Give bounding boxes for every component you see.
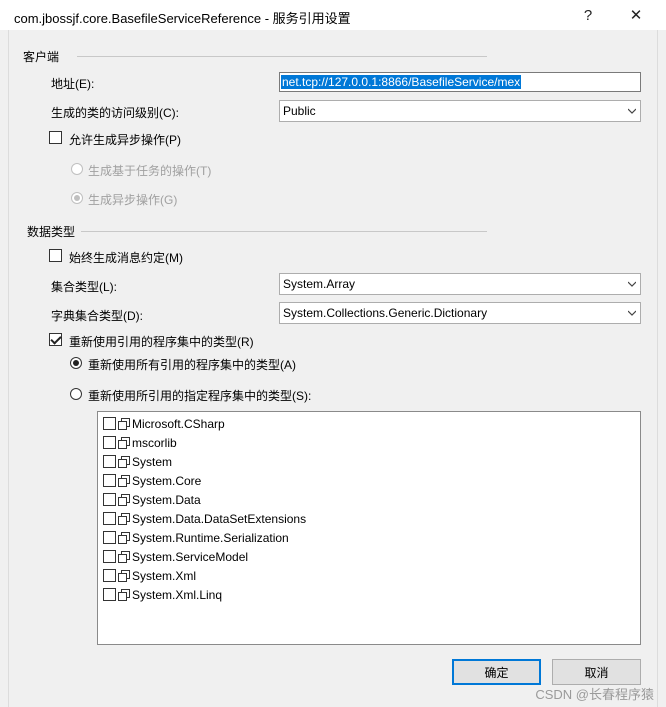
- assembly-reference-icon: [118, 417, 130, 430]
- assembly-list-item[interactable]: System.Data: [103, 490, 201, 509]
- address-selected-text: net.tcp://127.0.0.1:8866/BasefileService…: [281, 75, 522, 89]
- assembly-checkbox[interactable]: [103, 569, 116, 582]
- assembly-checkbox[interactable]: [103, 474, 116, 487]
- csdn-watermark: CSDN @长春程序猿: [535, 687, 654, 702]
- assembly-list-item[interactable]: System.Xml: [103, 566, 196, 585]
- assembly-checkbox[interactable]: [103, 531, 116, 544]
- assembly-checkbox[interactable]: [103, 550, 116, 563]
- allow-async-checkbox[interactable]: [49, 131, 62, 144]
- reuse-specified-label: 重新使用所引用的指定程序集中的类型(S):: [88, 389, 312, 403]
- chevron-down-icon: [628, 108, 636, 114]
- assembly-checkbox[interactable]: [103, 455, 116, 468]
- assembly-list-item[interactable]: System.ServiceModel: [103, 547, 248, 566]
- async-ops-label: 生成异步操作(G): [88, 193, 178, 207]
- assembly-checkbox[interactable]: [103, 588, 116, 601]
- assembly-list-item[interactable]: System: [103, 452, 172, 471]
- assembly-name: mscorlib: [132, 435, 177, 450]
- assembly-reference-icon: [118, 436, 130, 449]
- dictionary-type-value: System.Collections.Generic.Dictionary: [283, 306, 488, 320]
- reuse-all-radio[interactable]: [70, 357, 82, 369]
- assembly-list-item[interactable]: System.Data.DataSetExtensions: [103, 509, 306, 528]
- assembly-list[interactable]: Microsoft.CSharp mscorlib System System.Cor…: [97, 411, 641, 645]
- access-level-value: Public: [283, 104, 316, 118]
- assembly-name: System.Data.DataSetExtensions: [132, 511, 307, 526]
- reuse-types-checkbox[interactable]: [49, 333, 62, 346]
- address-input[interactable]: net.tcp://127.0.0.1:8866/BasefileService…: [279, 72, 641, 92]
- assembly-name: System.Data: [132, 492, 201, 507]
- assembly-list-item[interactable]: System.Xml.Linq: [103, 585, 222, 604]
- background-window-left: [0, 30, 9, 707]
- access-level-label: 生成的类的访问级别(C):: [51, 106, 179, 120]
- assembly-checkbox[interactable]: [103, 417, 116, 430]
- assembly-reference-icon: [118, 512, 130, 525]
- assembly-name: System.Xml.Linq: [132, 587, 223, 602]
- assembly-reference-icon: [118, 531, 130, 544]
- assembly-list-item[interactable]: System.Runtime.Serialization: [103, 528, 289, 547]
- assembly-reference-icon: [118, 569, 130, 582]
- assembly-name: System.Xml: [132, 568, 197, 583]
- async-ops-radio[interactable]: [71, 192, 83, 204]
- chevron-down-icon: [628, 281, 636, 287]
- assembly-list-item[interactable]: Microsoft.CSharp: [103, 414, 225, 433]
- assembly-name: System: [132, 454, 173, 469]
- cancel-button[interactable]: 取消: [552, 659, 641, 685]
- reuse-all-label: 重新使用所有引用的程序集中的类型(A): [88, 358, 296, 372]
- client-group-title: 客户端: [23, 50, 60, 64]
- assembly-reference-icon: [118, 550, 130, 563]
- datatype-group-title: 数据类型: [27, 225, 76, 239]
- assembly-reference-icon: [118, 588, 130, 601]
- assembly-checkbox[interactable]: [103, 512, 116, 525]
- assembly-checkbox[interactable]: [103, 493, 116, 506]
- task-based-radio[interactable]: [71, 163, 83, 175]
- assembly-reference-icon: [118, 455, 130, 468]
- assembly-name: System.ServiceModel: [132, 549, 249, 564]
- assembly-name: Microsoft.CSharp: [132, 416, 225, 431]
- always-generate-contract-label: 始终生成消息约定(M): [69, 251, 183, 265]
- task-based-label: 生成基于任务的操作(T): [88, 164, 212, 178]
- assembly-name: System.Core: [132, 473, 202, 488]
- dictionary-type-select[interactable]: System.Collections.Generic.Dictionary: [279, 302, 641, 324]
- allow-async-label: 允许生成异步操作(P): [69, 133, 181, 147]
- window-title: com.jbossjf.core.BasefileServiceReferenc…: [14, 11, 351, 26]
- assembly-name: System.Runtime.Serialization: [132, 530, 289, 545]
- chevron-down-icon: [628, 310, 636, 316]
- collection-type-select[interactable]: System.Array: [279, 273, 641, 295]
- help-button[interactable]: ?: [566, 0, 610, 30]
- collection-type-label: 集合类型(L):: [51, 280, 118, 294]
- address-label: 地址(E):: [51, 77, 95, 91]
- collection-type-value: System.Array: [283, 277, 356, 291]
- client-group-divider: [77, 56, 487, 57]
- reuse-types-label: 重新使用引用的程序集中的类型(R): [69, 335, 254, 349]
- ok-button[interactable]: 确定: [452, 659, 541, 685]
- dictionary-type-label: 字典集合类型(D):: [51, 309, 143, 323]
- assembly-reference-icon: [118, 474, 130, 487]
- title-bar: com.jbossjf.core.BasefileServiceReferenc…: [0, 0, 666, 30]
- access-level-select[interactable]: Public: [279, 100, 641, 122]
- assembly-reference-icon: [118, 493, 130, 506]
- reuse-specified-radio[interactable]: [70, 388, 82, 400]
- service-reference-settings-dialog: 客户端 地址(E): net.tcp://127.0.0.1:8866/Base…: [9, 30, 657, 707]
- assembly-checkbox[interactable]: [103, 436, 116, 449]
- datatype-group-divider: [81, 231, 487, 232]
- always-generate-contract-checkbox[interactable]: [49, 249, 62, 262]
- background-window-right: [657, 30, 666, 707]
- assembly-list-item[interactable]: mscorlib: [103, 433, 177, 452]
- close-button[interactable]: ✕: [614, 0, 658, 30]
- assembly-list-item[interactable]: System.Core: [103, 471, 201, 490]
